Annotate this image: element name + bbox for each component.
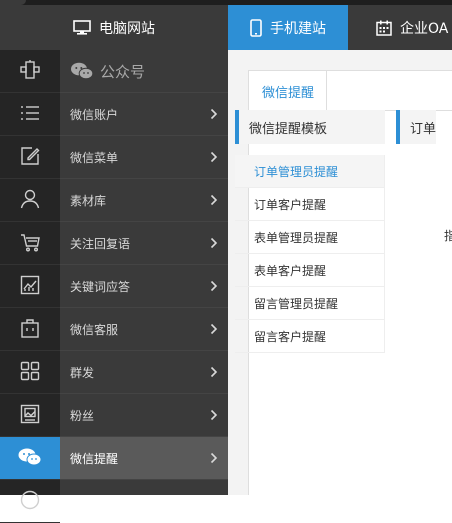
sidebar-item-6[interactable]: 群发: [60, 351, 228, 394]
template-list: 订单管理员提醒 订单客户提醒 表单管理员提醒 表单客户提醒 留言管理员提醒 留言客户提醒: [235, 155, 385, 353]
sidebar-item-label: 微信菜单: [70, 150, 119, 165]
tab-pc-website[interactable]: 电脑网站: [0, 5, 228, 50]
puzzle-icon: [19, 59, 41, 84]
sidebar-item-label: 群发: [70, 365, 95, 380]
template-list-item[interactable]: 订单客户提醒: [235, 188, 384, 221]
chevron-right-icon: [210, 452, 218, 464]
chevron-right-icon: [210, 108, 218, 120]
sidebar-menu: 公众号 微信账户微信菜单素材库关注回复语关键词应答微信客服群发粉丝微信提醒: [60, 50, 228, 495]
template-list-item[interactable]: 订单管理员提醒: [235, 155, 384, 188]
sidebar-icon-more[interactable]: [0, 480, 60, 523]
sidebar-item-label: 微信提醒: [70, 451, 119, 466]
sidebar-item-label: 微信账户: [70, 107, 119, 122]
sidebar-icon-fans[interactable]: [0, 394, 60, 437]
picture-icon: [19, 403, 41, 428]
tab-mobile-site[interactable]: 手机建站: [228, 5, 348, 50]
sidebar-item-7[interactable]: 粉丝: [60, 394, 228, 437]
main-content: 微信提醒 微信提醒模板 订单 订单管理员提醒 订单客户提醒 表单管理员提醒 表单客户提…: [228, 50, 452, 495]
sidebar-item-label: 关键词应答: [70, 279, 131, 294]
panel-tabbar: 微信提醒: [249, 71, 452, 112]
user-icon: [19, 188, 41, 213]
template-list-item[interactable]: 留言客户提醒: [235, 320, 384, 353]
top-navigation: 电脑网站 手机建站 企业OA: [0, 5, 452, 50]
template-detail-title: 订单: [396, 110, 436, 144]
sidebar-item-8[interactable]: 微信提醒: [60, 437, 228, 480]
sidebar-icon-wechat-account[interactable]: [0, 93, 60, 136]
grid-icon: [19, 360, 41, 385]
wechat-logo-icon: [70, 61, 94, 81]
sidebar-icon-follow-reply[interactable]: [0, 222, 60, 265]
chevron-right-icon: [210, 280, 218, 292]
sidebar-icon-keyword[interactable]: [0, 265, 60, 308]
chevron-right-icon: [210, 366, 218, 378]
tab-oa-label: 企业OA: [400, 20, 449, 37]
sidebar-item-0[interactable]: 微信账户: [60, 93, 228, 136]
tab-mobile-label: 手机建站: [270, 20, 326, 37]
chevron-right-icon: [210, 194, 218, 206]
template-list-item[interactable]: 留言管理员提醒: [235, 287, 384, 320]
sidebar-item-label: 关注回复语: [70, 236, 131, 251]
template-list-item[interactable]: 表单客户提醒: [235, 254, 384, 287]
template-list-item[interactable]: 表单管理员提醒: [235, 221, 384, 254]
chevron-right-icon: [210, 323, 218, 335]
sidebar-item-label: 微信客服: [70, 322, 119, 337]
sidebar-item-1[interactable]: 微信菜单: [60, 136, 228, 179]
sidebar-icon-home[interactable]: [0, 50, 60, 93]
chart-icon: [19, 274, 41, 299]
chevron-right-icon: [210, 237, 218, 249]
wechat-icon: [17, 446, 43, 471]
chevron-right-icon: [210, 151, 218, 163]
sidebar-header: 公众号: [60, 50, 228, 93]
bag-icon: [19, 317, 41, 342]
monitor-icon: [73, 19, 91, 36]
sidebar-icon-material[interactable]: [0, 179, 60, 222]
template-detail-text: 指: [444, 229, 452, 243]
sidebar-item-label: 素材库: [70, 193, 107, 208]
clock-icon: [19, 489, 41, 514]
cart-icon: [19, 231, 41, 256]
tab-pc-label: 电脑网站: [99, 20, 155, 37]
sidebar-icon-column: [0, 50, 60, 523]
list-icon: [19, 102, 41, 127]
tab-wechat-reminder[interactable]: 微信提醒: [250, 71, 327, 112]
sidebar-item-5[interactable]: 微信客服: [60, 308, 228, 351]
sidebar-item-label: 粉丝: [70, 408, 95, 423]
calendar-icon: [376, 20, 392, 36]
sidebar-item-4[interactable]: 关键词应答: [60, 265, 228, 308]
phone-icon: [250, 18, 262, 37]
edit-icon: [19, 145, 41, 170]
chevron-right-icon: [210, 409, 218, 421]
sidebar-icon-wechat-reminder[interactable]: [0, 437, 60, 480]
sidebar-icon-wechat-menu[interactable]: [0, 136, 60, 179]
sidebar-header-label: 公众号: [100, 62, 146, 81]
sidebar-icon-customer-service[interactable]: [0, 308, 60, 351]
template-list-title: 微信提醒模板: [235, 110, 385, 144]
sidebar-item-3[interactable]: 关注回复语: [60, 222, 228, 265]
tab-enterprise-oa[interactable]: 企业OA: [348, 5, 452, 50]
sidebar-icon-mass-send[interactable]: [0, 351, 60, 394]
sidebar-item-2[interactable]: 素材库: [60, 179, 228, 222]
